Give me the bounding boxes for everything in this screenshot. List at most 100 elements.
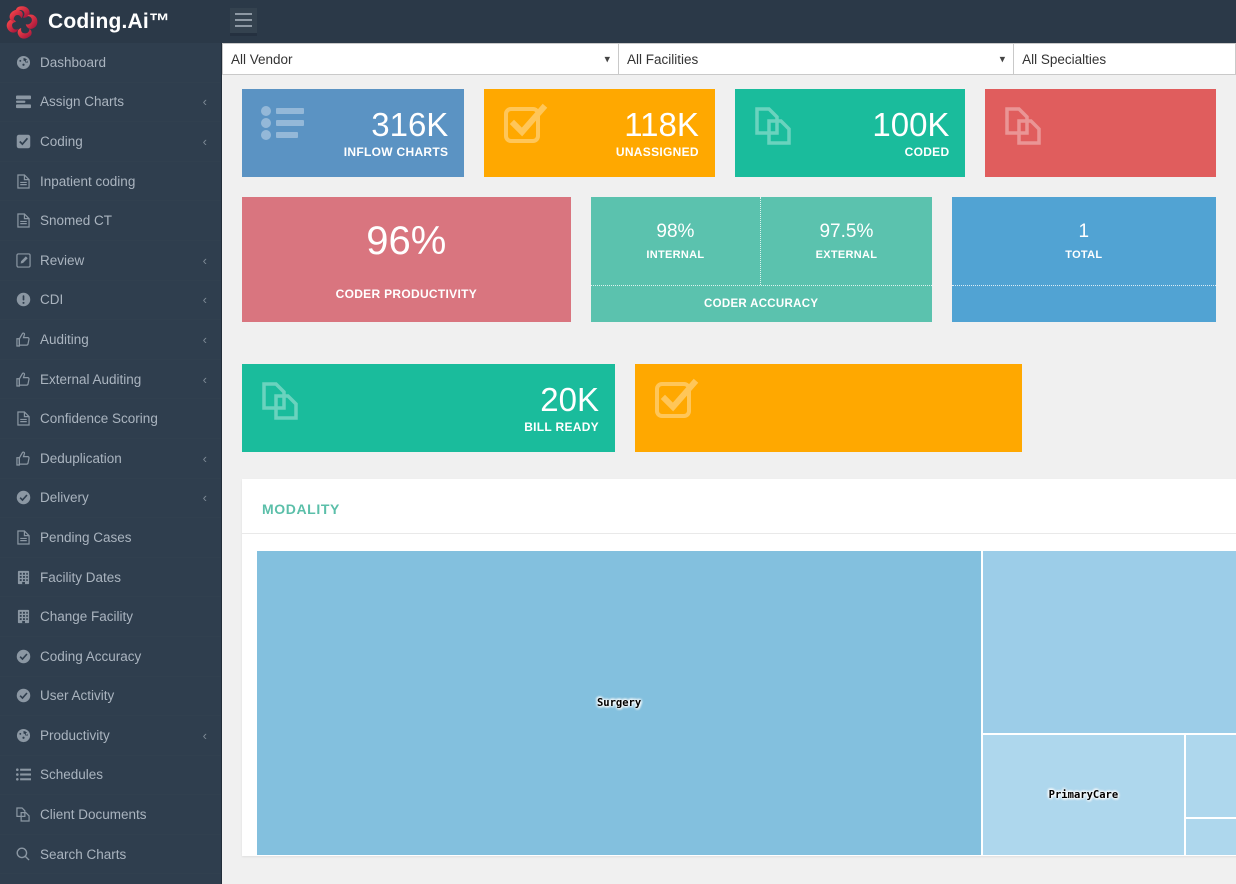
sidebar-item-label: Inpatient coding xyxy=(40,173,136,189)
thumbs-up-icon xyxy=(12,372,34,387)
chevron-left-icon[interactable]: ‹ xyxy=(203,333,207,346)
kpi-card-unassigned[interactable]: 118K UNASSIGNED xyxy=(484,89,715,177)
filter-select-vendor[interactable]: All Vendor ▾ xyxy=(222,43,620,75)
sidebar-item-label: Auditing xyxy=(40,331,89,347)
sidebar-item-pending-cases[interactable]: Pending Cases xyxy=(0,518,221,558)
exclamation-circle-icon xyxy=(12,292,34,307)
sidebar-item-confidence-scoring[interactable]: Confidence Scoring xyxy=(0,399,221,439)
chevron-left-icon[interactable]: ‹ xyxy=(203,135,207,148)
hamburger-icon[interactable] xyxy=(230,7,257,36)
copy-docs-icon xyxy=(1003,103,1047,152)
sidebar-item-inpatient-coding[interactable]: Inpatient coding xyxy=(0,162,221,202)
accuracy-value: 97.5% xyxy=(819,221,874,242)
sidebar-item-schedules[interactable]: Schedules xyxy=(0,756,221,796)
building-icon xyxy=(12,570,34,585)
sidebar-item-label: Facility Dates xyxy=(40,569,122,585)
brand[interactable]: Coding.Ai™ xyxy=(0,0,222,43)
kpi-value: 20K xyxy=(540,381,599,418)
treemap-tile-surgery[interactable]: Surgery xyxy=(256,550,983,856)
treemap-tile-1[interactable] xyxy=(982,550,1236,734)
chevron-left-icon[interactable]: ‹ xyxy=(203,373,207,386)
sidebar-item-label: Search Charts xyxy=(40,846,127,862)
thumbs-up-icon xyxy=(12,451,34,466)
filter-bar: All Vendor ▾ All Facilities ▾ All Specialtie… xyxy=(222,43,1236,75)
sidebar-item-dashboard[interactable]: Dashboard xyxy=(0,43,221,83)
sidebar-item-productivity[interactable]: Productivity ‹ xyxy=(0,716,221,756)
hamburger-bar xyxy=(235,19,252,21)
chevron-down-icon[interactable]: ▾ xyxy=(605,53,611,66)
sidebar-item-label: Coding xyxy=(40,133,83,149)
sidebar-item-external-auditing[interactable]: External Auditing ‹ xyxy=(0,360,221,400)
coder-accuracy-title: CODER ACCURACY xyxy=(704,298,819,310)
chevron-left-icon[interactable]: ‹ xyxy=(203,452,207,465)
sidebar-item-cdi[interactable]: CDI ‹ xyxy=(0,281,221,321)
copy-docs-icon xyxy=(753,103,797,152)
kpi-card-4[interactable] xyxy=(985,89,1217,177)
kpi-card-inflow-charts[interactable]: 316K INFLOW CHARTS xyxy=(242,89,465,177)
total-top: 1 TOTAL xyxy=(951,197,1216,286)
gauge-icon xyxy=(12,728,34,743)
sidebar-item-assign-charts[interactable]: Assign Charts ‹ xyxy=(0,83,221,123)
filter-value: All Specialties xyxy=(1022,51,1107,67)
kpi-card-coded[interactable]: 100K CODED xyxy=(734,89,966,177)
chevron-left-icon[interactable]: ‹ xyxy=(203,491,207,504)
sidebar-item-coding[interactable]: Coding ‹ xyxy=(0,122,221,162)
sidebar-item-label: Review xyxy=(40,252,85,268)
check-circle-icon xyxy=(12,688,34,703)
kpi-card-6[interactable] xyxy=(635,364,1022,452)
treemap-tile-4[interactable] xyxy=(1184,817,1236,856)
hamburger-bar xyxy=(235,13,252,15)
sidebar-item-coding-accuracy[interactable]: Coding Accuracy xyxy=(0,637,221,677)
sidebar-item-user-activity[interactable]: User Activity xyxy=(0,677,221,717)
total-label: TOTAL xyxy=(1065,249,1103,261)
sidebar-item-auditing[interactable]: Auditing ‹ xyxy=(0,320,221,360)
sidebar-item-deduplication[interactable]: Deduplication ‹ xyxy=(0,439,221,479)
treemap-tile-3[interactable] xyxy=(1184,733,1236,818)
sidebar-item-label: Change Facility xyxy=(40,609,134,625)
copy-docs-icon xyxy=(12,807,34,822)
card-coder-accuracy[interactable]: 98% INTERNAL 97.5% EXTERNAL CODER ACCURA… xyxy=(590,197,932,322)
sidebar-item-delivery[interactable]: Delivery ‹ xyxy=(0,479,221,519)
search-icon xyxy=(12,847,34,861)
document-icon xyxy=(12,173,34,189)
kpi-card-bill-ready[interactable]: 20K BILL READY xyxy=(242,364,615,452)
coder-accuracy-internal[interactable]: 98% INTERNAL xyxy=(591,197,762,285)
sidebar-item-label: Assign Charts xyxy=(40,94,125,110)
thumbs-up-icon xyxy=(12,332,34,347)
sidebar-item-client-documents[interactable]: Client Documents xyxy=(0,795,221,835)
modality-panel: MODALITY Surgery PrimaryCare xyxy=(242,479,1236,856)
sidebar-item-facility-dates[interactable]: Facility Dates xyxy=(0,558,221,598)
chevron-left-icon[interactable]: ‹ xyxy=(203,293,207,306)
coder-accuracy-external[interactable]: 97.5% EXTERNAL xyxy=(761,197,932,285)
chevron-left-icon[interactable]: ‹ xyxy=(203,95,207,108)
filter-select-facilities[interactable]: All Facilities ▾ xyxy=(619,43,1015,75)
kpi-value: 100K xyxy=(872,106,950,143)
kpi-value: 316K xyxy=(371,106,449,143)
sidebar-item-label: Schedules xyxy=(40,767,104,783)
card-coder-productivity[interactable]: 96% CODER PRODUCTIVITY xyxy=(242,197,571,322)
chevron-left-icon[interactable]: ‹ xyxy=(203,729,207,742)
copy-docs-icon xyxy=(260,378,304,427)
sidebar-item-review[interactable]: Review ‹ xyxy=(0,241,221,281)
modality-treemap[interactable]: Surgery PrimaryCare xyxy=(256,550,1236,856)
chevron-down-icon[interactable]: ▾ xyxy=(1000,53,1006,66)
treemap-tile-label: Surgery xyxy=(596,697,642,709)
kpi-row-1: 316K INFLOW CHARTS 118K UNASSIGNED 100K … xyxy=(222,89,1236,177)
check-circle-icon xyxy=(12,649,34,664)
treemap-tile-primarycare[interactable]: PrimaryCare xyxy=(982,733,1185,856)
filter-select-specialties[interactable]: All Specialties xyxy=(1014,43,1236,75)
sidebar-item-label: Confidence Scoring xyxy=(40,411,158,427)
spiral-logo-icon xyxy=(4,4,40,40)
sidebar-item-snomed-ct[interactable]: Snomed CT xyxy=(0,201,221,241)
sidebar-item-label: Client Documents xyxy=(40,807,147,823)
card-total[interactable]: 1 TOTAL xyxy=(951,197,1216,322)
sidebar-item-change-facility[interactable]: Change Facility xyxy=(0,597,221,637)
brand-name: Coding.Ai™ xyxy=(48,9,171,33)
sidebar-item-label: Deduplication xyxy=(40,450,122,466)
top-bar: Coding.Ai™ xyxy=(0,0,1236,43)
document-icon xyxy=(12,213,34,228)
chevron-left-icon[interactable]: ‹ xyxy=(203,254,207,267)
accuracy-label: INTERNAL xyxy=(646,249,705,261)
total-bottom xyxy=(952,286,1216,322)
sidebar-item-search-charts[interactable]: Search Charts xyxy=(0,835,221,875)
